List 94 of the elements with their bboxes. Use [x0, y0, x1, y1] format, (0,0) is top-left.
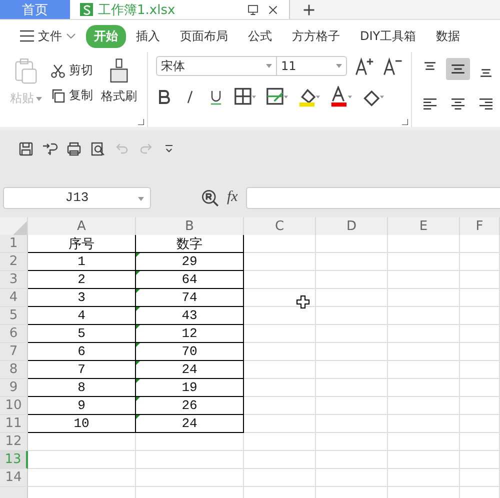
column-header[interactable]: B — [136, 217, 244, 235]
print-icon[interactable] — [66, 141, 82, 157]
table-cell: 64 — [136, 271, 244, 289]
caret-icon — [36, 96, 42, 100]
table-cell: 序号 — [28, 235, 136, 253]
underline-icon[interactable] — [208, 89, 224, 105]
table-cell: 24 — [136, 415, 244, 433]
name-box[interactable]: J13 — [3, 186, 151, 208]
table-cell: 8 — [28, 379, 136, 397]
table-cell: 7 — [28, 361, 136, 379]
row-header[interactable]: 10 — [0, 397, 28, 415]
chevron-icon — [66, 33, 76, 39]
print-preview-icon[interactable] — [90, 141, 106, 157]
cut-button[interactable]: 剪切 — [50, 62, 93, 79]
export-icon[interactable] — [42, 141, 58, 157]
copy-icon[interactable] — [50, 88, 66, 104]
row-header[interactable]: 3 — [0, 271, 28, 289]
table-cell: 74 — [136, 289, 244, 307]
ribbon-tab[interactable]: 方方格子 — [282, 24, 350, 48]
align-right-icon — [479, 98, 493, 110]
align-bottom-icon — [480, 69, 492, 77]
expand-icon[interactable] — [402, 119, 408, 125]
font-family-field[interactable]: 宋体 — [156, 56, 277, 76]
table-cell: 3 — [28, 289, 136, 307]
zoom-formula-icon[interactable] — [201, 188, 219, 206]
column-header[interactable]: A — [28, 217, 136, 235]
table-cell: 29 — [136, 253, 244, 271]
row-header[interactable]: 2 — [0, 253, 28, 271]
decrease-font-icon[interactable] — [383, 56, 403, 76]
table-cell: 5 — [28, 325, 136, 343]
menu-icon — [20, 30, 34, 42]
align-middle-icon — [451, 63, 465, 75]
fill-color-icon[interactable] — [298, 86, 320, 108]
file-menu[interactable]: 文件 — [10, 24, 86, 48]
spreadsheet-icon — [80, 3, 93, 16]
table-cell: 12 — [136, 325, 244, 343]
row-header[interactable]: 4 — [0, 289, 28, 307]
brush-icon — [109, 58, 129, 84]
row-header[interactable]: 12 — [0, 433, 28, 451]
font-size-field[interactable]: 11 — [277, 56, 347, 76]
function-button[interactable]: fx — [227, 189, 238, 206]
clipboard-icon — [14, 58, 38, 86]
scissors-icon[interactable] — [50, 62, 66, 78]
table-cell: 9 — [28, 397, 136, 415]
column-header[interactable]: F — [460, 217, 500, 235]
increase-font-icon[interactable] — [355, 56, 375, 76]
table-cell: 70 — [136, 343, 244, 361]
align-left-icon — [423, 98, 437, 110]
tab[interactable]: 首页 — [0, 0, 70, 19]
save-icon[interactable] — [18, 141, 34, 157]
monitor-icon[interactable] — [247, 4, 259, 16]
row-header[interactable]: 8 — [0, 361, 28, 379]
row-header[interactable]: 9 — [0, 379, 28, 397]
align-top-icon — [424, 62, 436, 70]
ribbon-tab[interactable]: 插入 — [126, 24, 170, 48]
table-cell: 2 — [28, 271, 136, 289]
plus-icon[interactable] — [302, 2, 316, 16]
row-header[interactable]: 5 — [0, 307, 28, 325]
column-header[interactable]: C — [244, 217, 316, 235]
tab[interactable]: 工作簿1.xlsx — [70, 0, 290, 19]
row-header[interactable]: 6 — [0, 325, 28, 343]
ribbon-tab[interactable]: 页面布局 — [170, 24, 238, 48]
caret-icon — [266, 64, 272, 68]
bold-icon[interactable] — [156, 89, 172, 105]
ribbon-tab[interactable]: 开始 — [86, 24, 126, 48]
align-middle-button[interactable] — [446, 58, 470, 80]
column-header[interactable]: D — [316, 217, 388, 235]
table-cell: 10 — [28, 415, 136, 433]
caret-icon — [336, 64, 342, 68]
formula-input[interactable] — [246, 186, 500, 208]
table-cell: 24 — [136, 361, 244, 379]
table-cell: 1 — [28, 253, 136, 271]
column-header[interactable]: E — [388, 217, 460, 235]
ribbon-tab[interactable]: 数据 — [426, 24, 470, 48]
table-cell: 6 — [28, 343, 136, 361]
table-cell: 26 — [136, 397, 244, 415]
caret-icon — [138, 196, 144, 200]
format-painter-button[interactable]: 格式刷 — [99, 56, 139, 123]
ribbon-tab[interactable]: DIY工具箱 — [350, 24, 426, 48]
table-cell: 43 — [136, 307, 244, 325]
row-header[interactable]: 1 — [0, 235, 28, 253]
expand-icon[interactable] — [138, 119, 144, 125]
align-center-icon — [451, 98, 465, 110]
row-header[interactable]: 14 — [0, 469, 28, 487]
table-cell: 19 — [136, 379, 244, 397]
row-header[interactable]: 7 — [0, 343, 28, 361]
ribbon-tab[interactable]: 公式 — [238, 24, 282, 48]
font-color-icon[interactable] — [330, 86, 352, 108]
table-cell: 数字 — [136, 235, 244, 253]
table-cell: 4 — [28, 307, 136, 325]
cursor-icon — [296, 295, 310, 309]
row-header[interactable]: 11 — [0, 415, 28, 433]
copy-button[interactable]: 复制 — [50, 87, 93, 104]
close-icon[interactable] — [267, 4, 279, 16]
